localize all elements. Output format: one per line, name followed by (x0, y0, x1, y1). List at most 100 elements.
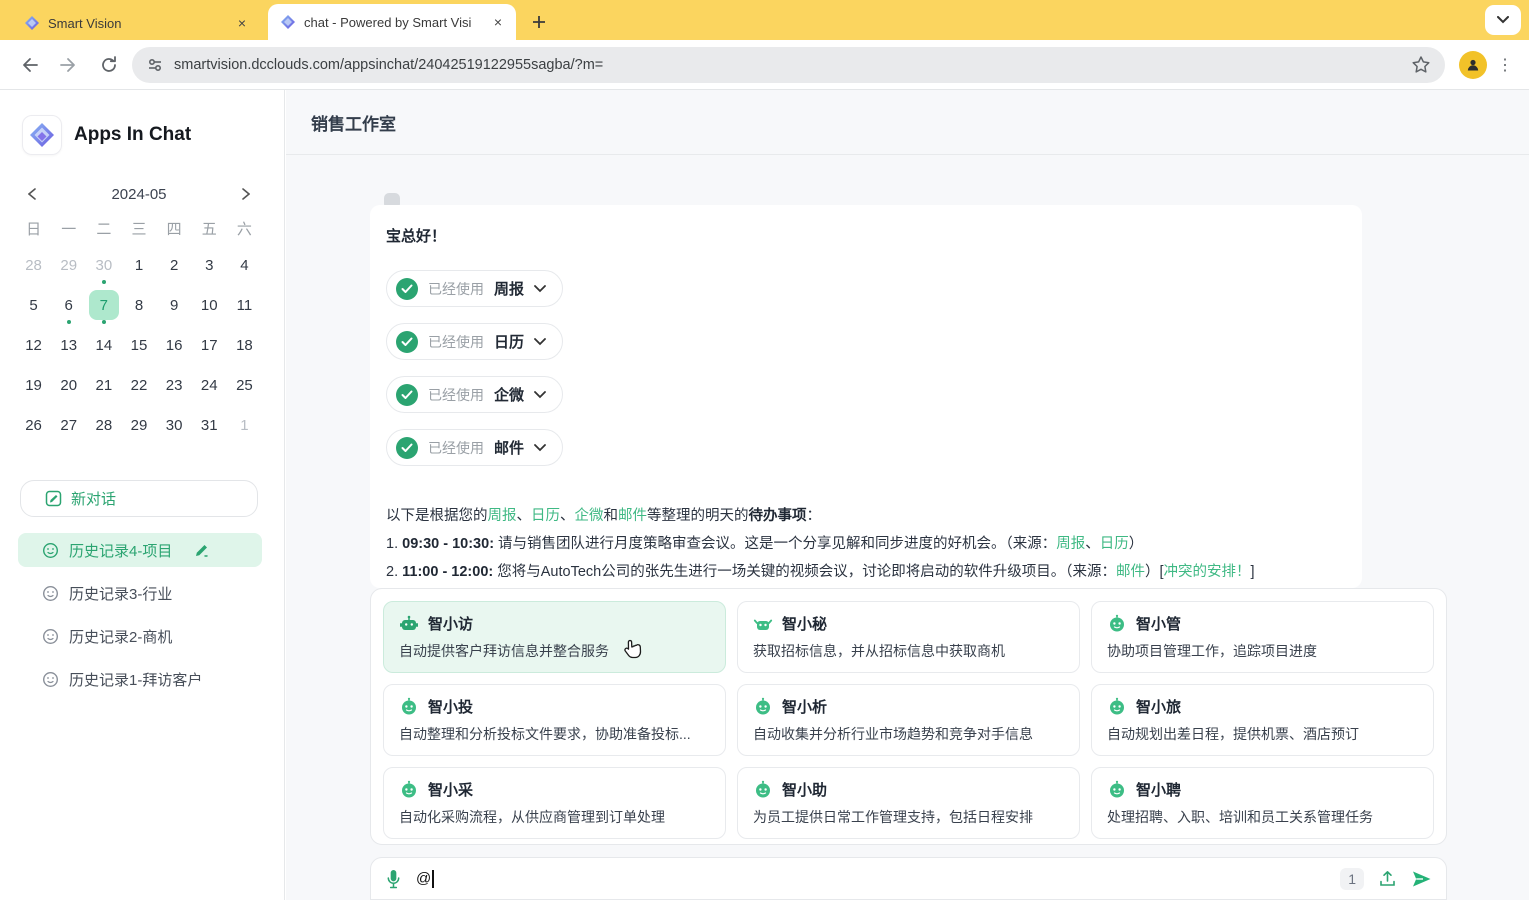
chip-status-label: 已经使用 (428, 332, 484, 352)
agent-card-zhixiaofang[interactable]: 智小访 自动提供客户拜访信息并整合服务 (383, 601, 726, 673)
new-tab-button[interactable] (526, 9, 552, 35)
address-bar[interactable]: smartvision.dcclouds.com/appsinchat/2404… (132, 47, 1445, 83)
calendar-day[interactable]: 28 (16, 245, 51, 285)
calendar-day[interactable]: 30 (86, 245, 121, 285)
tool-chip-calendar[interactable]: 已经使用 日历 (386, 323, 563, 360)
chevron-down-icon (1497, 16, 1509, 24)
calendar-day[interactable]: 26 (16, 405, 51, 445)
calendar-day-selected[interactable]: 7 (86, 285, 121, 325)
history-item-1[interactable]: 历史记录1-拜访客户 (18, 662, 262, 696)
url-text[interactable]: smartvision.dcclouds.com/appsinchat/2404… (174, 57, 1401, 73)
reload-button[interactable] (92, 48, 126, 82)
calendar-day[interactable]: 18 (227, 325, 262, 365)
calendar-day[interactable]: 11 (227, 285, 262, 325)
calendar-day[interactable]: 25 (227, 365, 262, 405)
calendar-day[interactable]: 14 (86, 325, 121, 365)
calendar-day[interactable]: 20 (51, 365, 86, 405)
back-button[interactable] (12, 48, 46, 82)
calendar-day[interactable]: 1 (227, 405, 262, 445)
calendar-day[interactable]: 10 (192, 285, 227, 325)
history-item-3[interactable]: 历史记录3-行业 (18, 576, 262, 610)
agent-card-zhixiaopin[interactable]: 智小聘 处理招聘、入职、培训和员工关系管理任务 (1091, 767, 1434, 839)
calendar-day[interactable]: 19 (16, 365, 51, 405)
agent-card-zhixiaoxi[interactable]: 智小析 自动收集并分析行业市场趋势和竞争对手信息 (737, 684, 1080, 756)
calendar-day[interactable]: 13 (51, 325, 86, 365)
calendar-day[interactable]: 4 (227, 245, 262, 285)
chat-bubble-icon (42, 585, 59, 602)
calendar-prev-button[interactable] (22, 184, 42, 204)
calendar-day[interactable]: 23 (157, 365, 192, 405)
robot-icon (1107, 614, 1127, 634)
calendar-day[interactable]: 1 (121, 245, 156, 285)
source-link[interactable]: 周报 (1056, 536, 1085, 552)
calendar-day[interactable]: 15 (121, 325, 156, 365)
agent-card-zhixiaocai[interactable]: 智小采 自动化采购流程，从供应商管理到订单处理 (383, 767, 726, 839)
app-brand: Apps In Chat (22, 115, 191, 155)
send-button[interactable] (1411, 869, 1432, 889)
tool-chip-mail[interactable]: 已经使用 邮件 (386, 429, 563, 466)
agent-description: 获取招标信息，并从招标信息中获取商机 (753, 641, 1064, 661)
chat-input-bar[interactable]: @ 1 (370, 857, 1447, 900)
tab-search-button[interactable] (1485, 5, 1521, 35)
calendar-day[interactable]: 12 (16, 325, 51, 365)
link-calendar[interactable]: 日历 (531, 508, 560, 524)
robot-icon (1107, 780, 1127, 800)
calendar-day[interactable]: 22 (121, 365, 156, 405)
calendar-day[interactable]: 17 (192, 325, 227, 365)
calendar-day[interactable]: 8 (121, 285, 156, 325)
robot-icon (1107, 697, 1127, 717)
agent-card-zhixiaomi[interactable]: 智小秘 获取招标信息，并从招标信息中获取商机 (737, 601, 1080, 673)
chat-bubble-icon (42, 542, 59, 559)
calendar-next-button[interactable] (236, 184, 256, 204)
tab-smart-vision[interactable]: Smart Vision × (12, 6, 260, 40)
agent-card-zhixiaotou[interactable]: 智小投 自动整理和分析投标文件要求，协助准备投标... (383, 684, 726, 756)
history-item-2[interactable]: 历史记录2-商机 (18, 619, 262, 653)
agent-card-zhixiaoguan[interactable]: 智小管 协助项目管理工作，追踪项目进度 (1091, 601, 1434, 673)
calendar-day[interactable]: 28 (86, 405, 121, 445)
calendar-day[interactable]: 31 (192, 405, 227, 445)
link-wecom[interactable]: 企微 (575, 508, 604, 524)
microphone-icon[interactable] (385, 869, 402, 889)
calendar-day[interactable]: 6 (51, 285, 86, 325)
tool-chip-wecom[interactable]: 已经使用 企微 (386, 376, 563, 413)
calendar-day[interactable]: 5 (16, 285, 51, 325)
tab-close-icon[interactable]: × (490, 14, 506, 30)
calendar-day[interactable]: 9 (157, 285, 192, 325)
calendar-day[interactable]: 29 (121, 405, 156, 445)
calendar-day[interactable]: 24 (192, 365, 227, 405)
chevron-down-icon (534, 391, 546, 399)
calendar-day[interactable]: 30 (157, 405, 192, 445)
link-mail[interactable]: 邮件 (618, 508, 647, 524)
calendar-day[interactable]: 27 (51, 405, 86, 445)
agent-card-zhixiaozhu[interactable]: 智小助 为员工提供日常工作管理支持，包括日程安排 (737, 767, 1080, 839)
bookmark-star-icon[interactable] (1411, 55, 1431, 75)
calendar-day[interactable]: 29 (51, 245, 86, 285)
greeting-text: 宝总好！ (386, 225, 1346, 246)
profile-avatar[interactable] (1459, 51, 1487, 79)
new-chat-button[interactable]: 新对话 (20, 480, 258, 517)
agent-card-zhixiaolv[interactable]: 智小旅 自动规划出差日程，提供机票、酒店预订 (1091, 684, 1434, 756)
upload-icon[interactable] (1378, 869, 1397, 888)
forward-button[interactable] (52, 48, 86, 82)
chevron-right-icon (242, 188, 250, 200)
tool-chip-weekly[interactable]: 已经使用 周报 (386, 270, 563, 307)
calendar-day[interactable]: 16 (157, 325, 192, 365)
chat-favicon (280, 14, 296, 30)
calendar-day[interactable]: 21 (86, 365, 121, 405)
tab-chat-active[interactable]: chat - Powered by Smart Visi × (268, 4, 516, 40)
history-list: 历史记录4-项目 历史记录3-行业 历史记录2-商机 历史记录1-拜访客户 (18, 533, 262, 705)
input-text[interactable]: @ (416, 870, 431, 887)
history-item-4[interactable]: 历史记录4-项目 (18, 533, 262, 567)
chip-status-label: 已经使用 (428, 438, 484, 458)
weekday-label: 三 (121, 218, 156, 239)
calendar-day[interactable]: 2 (157, 245, 192, 285)
edit-pencil-icon[interactable] (194, 543, 209, 558)
source-link[interactable]: 日历 (1100, 536, 1129, 552)
conflict-link[interactable]: 冲突的安排！ (1164, 564, 1251, 580)
calendar-day[interactable]: 3 (192, 245, 227, 285)
chevron-down-icon (534, 285, 546, 293)
browser-menu-button[interactable]: ⋮ (1493, 51, 1517, 79)
tab-close-icon[interactable]: × (234, 15, 250, 31)
source-link[interactable]: 邮件 (1116, 564, 1145, 580)
link-weekly[interactable]: 周报 (488, 508, 517, 524)
